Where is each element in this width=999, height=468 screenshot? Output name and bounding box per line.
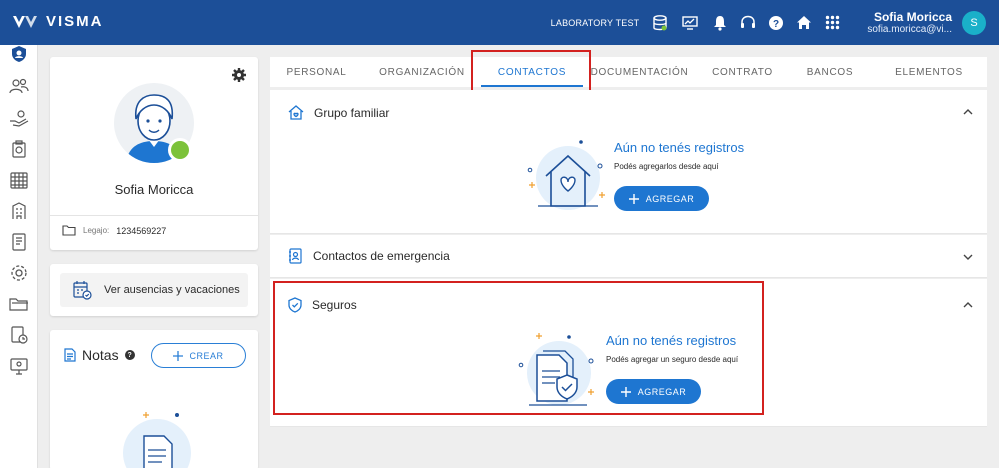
clipboard-icon[interactable]	[8, 138, 30, 160]
view-absences-button[interactable]: Ver ausencias y vacaciones	[60, 273, 248, 307]
gear-icon[interactable]	[232, 68, 246, 87]
help-icon[interactable]: ?	[124, 350, 135, 360]
insurance-empty-title: Aún no tenés registros	[606, 333, 737, 348]
headset-icon[interactable]	[737, 12, 759, 34]
monitor-chart-icon[interactable]	[679, 12, 701, 34]
divider	[50, 215, 258, 216]
profile-tabs: PERSONAL ORGANIZACIÓN CONTACTOS DOCUMENT…	[270, 57, 987, 87]
tab-bancos[interactable]: BANCOS	[789, 57, 871, 87]
profile-card: Sofia Moricca Legajo: 1234569227	[50, 57, 258, 250]
emergency-contacts-section: Contactos de emergencia	[270, 235, 987, 278]
insurance-empty-state: Aún no tenés registros Podés agregar un …	[606, 333, 738, 404]
insurance-empty-illustration	[518, 333, 594, 406]
brand-name: VISMA	[46, 13, 104, 30]
bell-icon[interactable]	[709, 12, 731, 34]
left-nav-rail	[0, 45, 38, 468]
report-clock-icon[interactable]	[8, 324, 30, 346]
visma-logo[interactable]: VISMA	[12, 13, 104, 30]
family-empty-subtitle: Podés agregarlos desde aquí	[614, 162, 719, 171]
family-group-header[interactable]: Grupo familiar	[288, 105, 389, 120]
legajo-value: 1234569227	[116, 225, 167, 236]
hand-money-icon[interactable]	[8, 107, 30, 129]
emergency-contacts-header[interactable]: Contactos de emergencia	[288, 248, 450, 264]
tab-contactos[interactable]: CONTACTOS	[481, 57, 583, 87]
top-bar: VISMA LABORATORY TEST ? Sofia Moricca so…	[0, 0, 999, 45]
legajo-label: Legajo:	[83, 226, 110, 235]
user-email: sofia.moricca@vi...	[867, 24, 952, 35]
notes-header: Notas ?	[64, 347, 135, 363]
family-empty-illustration	[527, 140, 605, 210]
family-group-title: Grupo familiar	[314, 105, 390, 120]
chevron-down-icon[interactable]	[963, 254, 973, 261]
plus-icon	[620, 386, 631, 397]
insurance-title: Seguros	[312, 298, 357, 312]
plus-icon	[628, 193, 639, 204]
tab-elementos[interactable]: ELEMENTOS	[871, 57, 987, 87]
environment-label: LABORATORY TEST	[550, 17, 640, 28]
document-list-icon[interactable]	[8, 231, 30, 253]
tab-documentacion[interactable]: DOCUMENTACIÓN	[583, 57, 696, 87]
notes-empty-illustration	[112, 408, 202, 468]
employee-profile-icon[interactable]	[8, 43, 30, 65]
apps-grid-icon[interactable]	[821, 12, 843, 34]
family-empty-state: Aún no tenés registros Podés agregarlos …	[614, 140, 744, 211]
house-icon	[288, 105, 304, 120]
help-icon[interactable]: ?	[765, 12, 787, 34]
database-icon[interactable]	[649, 12, 671, 34]
legajo-row: Legajo: 1234569227	[62, 225, 166, 236]
building-icon[interactable]	[8, 200, 30, 222]
create-note-button[interactable]: CREAR	[151, 343, 246, 368]
online-status-indicator	[168, 138, 192, 162]
settings-icon[interactable]	[8, 262, 30, 284]
view-absences-label: Ver ausencias y vacaciones	[104, 284, 240, 296]
folder-icon	[62, 225, 76, 236]
visma-mark-icon	[13, 15, 37, 28]
home-icon[interactable]	[793, 12, 815, 34]
add-family-label: AGREGAR	[645, 193, 695, 204]
emergency-contacts-title: Contactos de emergencia	[313, 249, 450, 263]
plus-icon	[173, 350, 184, 361]
notes-card: Notas ? CREAR	[50, 330, 258, 468]
insurance-header[interactable]: Seguros	[288, 297, 357, 313]
profile-name: Sofia Moricca	[114, 182, 194, 197]
user-menu[interactable]: Sofia Moricca sofia.moricca@vi...	[867, 10, 952, 35]
create-note-label: CREAR	[189, 350, 224, 361]
note-document-icon	[64, 348, 76, 362]
shield-check-icon	[288, 297, 302, 313]
family-empty-title: Aún no tenés registros	[614, 140, 745, 155]
svg-text:?: ?	[773, 19, 779, 30]
remote-desktop-icon[interactable]	[8, 355, 30, 377]
add-insurance-label: AGREGAR	[637, 386, 687, 397]
absences-card: Ver ausencias y vacaciones	[50, 264, 258, 316]
user-avatar[interactable]: S	[962, 10, 986, 35]
team-icon[interactable]	[8, 75, 30, 97]
folders-icon[interactable]	[8, 293, 30, 315]
chevron-up-icon[interactable]	[963, 301, 973, 308]
vacation-calendar-icon	[73, 281, 92, 300]
notes-title: Notas	[82, 347, 119, 363]
tab-contrato[interactable]: CONTRATO	[696, 57, 789, 87]
tab-personal[interactable]: PERSONAL	[270, 57, 363, 87]
add-family-button[interactable]: AGREGAR	[614, 186, 709, 211]
chevron-up-icon[interactable]	[963, 108, 973, 115]
add-insurance-button[interactable]: AGREGAR	[606, 379, 701, 404]
user-name: Sofia Moricca	[873, 10, 952, 24]
insurance-empty-subtitle: Podés agregar un seguro desde aquí	[606, 355, 739, 364]
insurance-section: Seguros Aún no tenés registros Podés agr…	[270, 279, 987, 427]
contact-book-icon	[289, 248, 302, 264]
tab-organizacion[interactable]: ORGANIZACIÓN	[363, 57, 481, 87]
family-group-section: Grupo familiar Aún no tenés registros Po…	[270, 90, 987, 234]
calendar-icon[interactable]	[8, 169, 30, 191]
